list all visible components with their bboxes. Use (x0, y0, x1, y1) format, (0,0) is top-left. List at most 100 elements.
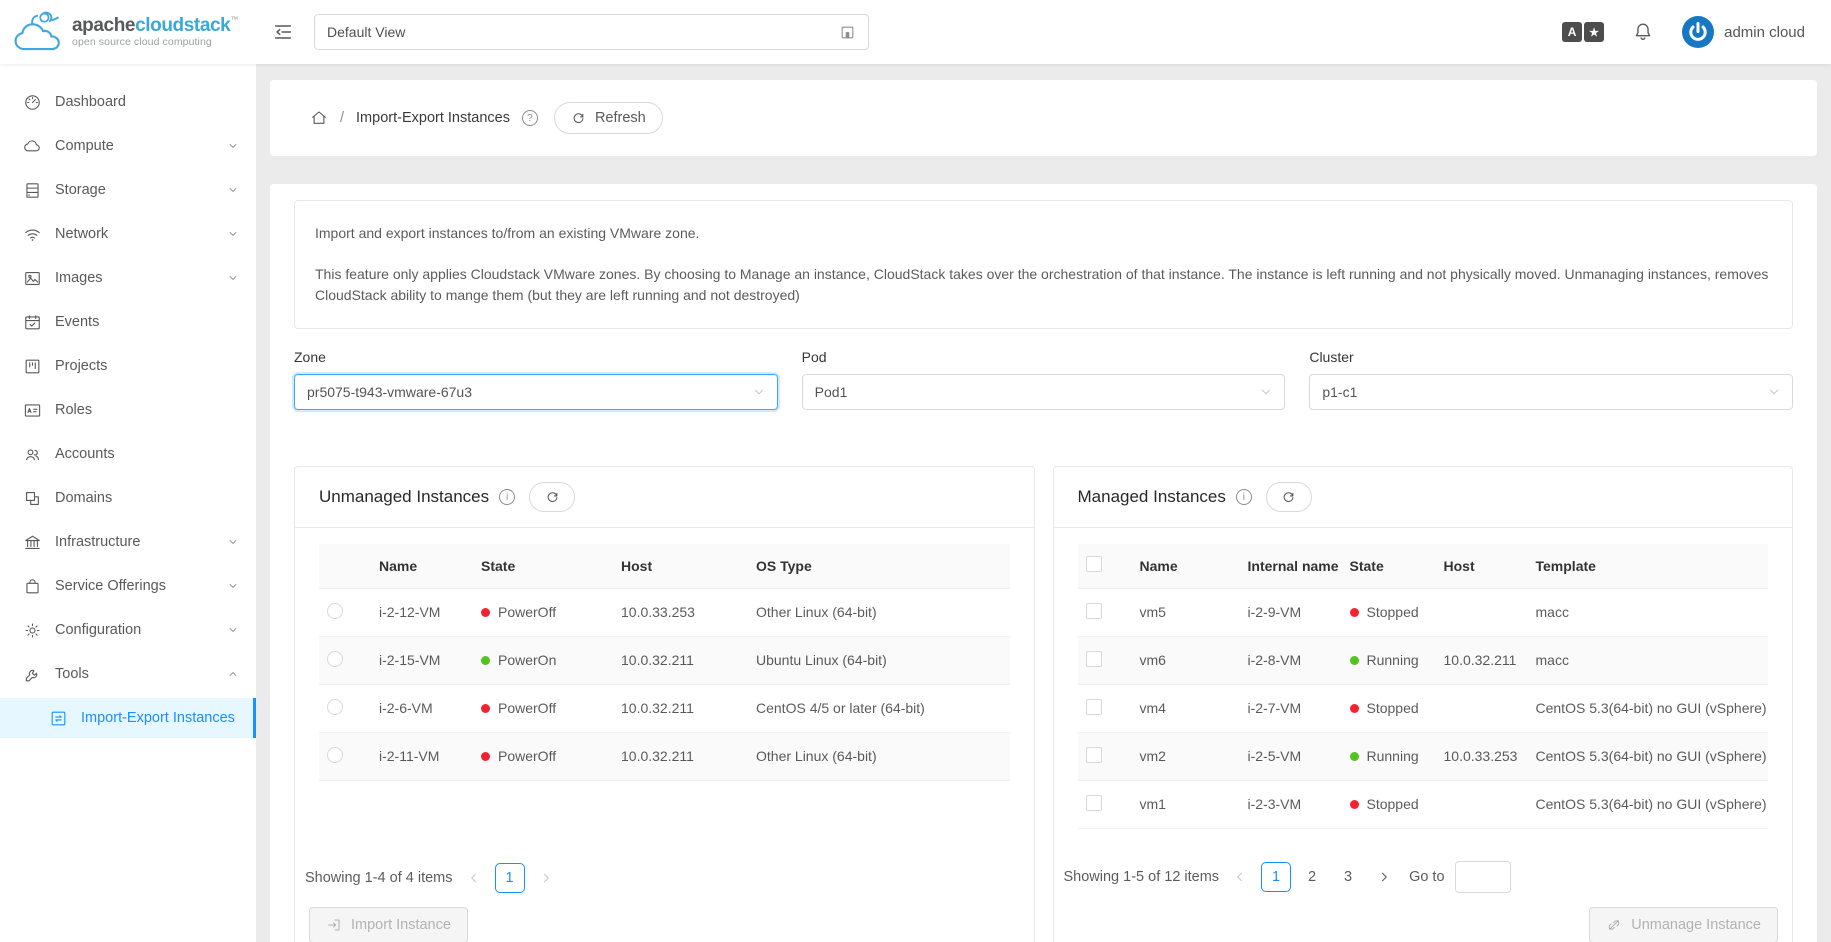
row-checkbox[interactable] (1086, 603, 1102, 619)
chevron-down-icon (228, 581, 238, 591)
feature-description: Import and export instances to/from an e… (294, 200, 1793, 329)
user-menu[interactable]: admin cloud (1682, 16, 1805, 48)
pagination-summary: Showing 1-4 of 4 items (305, 870, 453, 886)
status-dot (481, 704, 490, 713)
chevron-down-icon (228, 185, 238, 195)
pod-select[interactable]: Pod1 (802, 374, 1286, 410)
unmanage-instance-label: Unmanage Instance (1631, 917, 1761, 933)
row-radio[interactable] (327, 651, 343, 667)
name-cell: vm6 (1132, 636, 1240, 684)
logo-word-apache: apache (72, 15, 135, 36)
sidebar-item-roles[interactable]: Roles (0, 390, 256, 430)
sidebar-item-domains[interactable]: Domains (0, 478, 256, 518)
refresh-icon (545, 490, 560, 505)
table-row: vm5i-2-9-VMStoppedmacc (1078, 588, 1769, 636)
selector-cell (319, 684, 371, 732)
sidebar-item-dashboard[interactable]: Dashboard (0, 82, 256, 122)
sidebar-item-label: Infrastructure (55, 534, 140, 550)
sidebar-item-label: Configuration (55, 622, 141, 638)
sidebar-item-projects[interactable]: Projects (0, 346, 256, 386)
sidebar-item-configuration[interactable]: Configuration (0, 610, 256, 650)
state-cell: Running (1342, 732, 1436, 780)
sidebar-item-accounts[interactable]: Accounts (0, 434, 256, 474)
page-number-1[interactable]: 1 (1261, 862, 1291, 892)
selector-cell (1078, 780, 1132, 828)
state-cell: PowerOff (473, 684, 613, 732)
page-list: 123 (1261, 862, 1363, 892)
app-logo[interactable]: apachecloudstack™ open source cloud comp… (0, 9, 256, 55)
interaction-icon (49, 709, 68, 728)
row-radio[interactable] (327, 603, 343, 619)
home-icon[interactable] (310, 109, 328, 127)
prev-page-icon[interactable] (463, 867, 485, 889)
unmanaged-instances-table: Name State Host OS Type i-2-12-VMPowerOf… (319, 544, 1010, 781)
selector-cell (1078, 636, 1132, 684)
sidebar-item-service-offerings[interactable]: Service Offerings (0, 566, 256, 606)
table-header-row: Name State Host OS Type (319, 544, 1010, 588)
zone-select[interactable]: pr5075-t943-vmware-67u3 (294, 374, 778, 410)
info-icon[interactable]: i (1236, 489, 1252, 505)
column-header: State (1342, 544, 1436, 588)
page-number-2[interactable]: 2 (1297, 862, 1327, 892)
sidebar-item-import-export-instances[interactable]: Import-Export Instances (0, 698, 256, 738)
page-title: Import-Export Instances (356, 110, 510, 126)
disconnect-icon (1606, 917, 1622, 933)
column-header: State (473, 544, 613, 588)
row-checkbox[interactable] (1086, 651, 1102, 667)
status-dot (1350, 800, 1359, 809)
next-page-icon[interactable] (535, 867, 557, 889)
refresh-button[interactable]: Refresh (554, 102, 663, 134)
sidebar-item-label: Import-Export Instances (81, 710, 235, 726)
name-cell: vm1 (1132, 780, 1240, 828)
status-dot (481, 752, 490, 761)
status-text: PowerOff (498, 748, 556, 764)
info-icon[interactable]: i (499, 489, 515, 505)
prev-page-icon[interactable] (1229, 866, 1251, 888)
unmanaged-refresh-button[interactable] (529, 482, 575, 512)
host-cell: 10.0.33.253 (613, 588, 748, 636)
sidebar-item-events[interactable]: Events (0, 302, 256, 342)
unmanage-instance-button[interactable]: Unmanage Instance (1589, 907, 1778, 942)
translate-icon[interactable]: A ★ (1562, 22, 1604, 42)
internal-name-cell: i-2-9-VM (1240, 588, 1342, 636)
page-number-3[interactable]: 3 (1333, 862, 1363, 892)
cluster-label: Cluster (1309, 349, 1793, 365)
page-number-1[interactable]: 1 (495, 863, 525, 893)
menu-fold-icon[interactable] (272, 21, 294, 43)
gear-icon (23, 621, 42, 640)
managed-refresh-button[interactable] (1266, 482, 1312, 512)
table-header-row: Name Internal name State Host Template (1078, 544, 1769, 588)
row-checkbox[interactable] (1086, 699, 1102, 715)
template-cell: CentOS 5.3(64-bit) no GUI (vSphere) (1528, 780, 1769, 828)
sidebar-item-storage[interactable]: Storage (0, 170, 256, 210)
row-radio[interactable] (327, 747, 343, 763)
row-checkbox[interactable] (1086, 747, 1102, 763)
import-instance-label: Import Instance (351, 917, 451, 933)
chevron-down-icon (228, 273, 238, 283)
view-selector[interactable]: Default View (314, 14, 869, 50)
filters-row: Zone pr5075-t943-vmware-67u3 Pod Pod1 Cl… (294, 349, 1793, 410)
wrench-icon (23, 665, 42, 684)
pod-label: Pod (802, 349, 1286, 365)
import-instance-button[interactable]: Import Instance (309, 907, 468, 942)
row-radio[interactable] (327, 699, 343, 715)
notifications-bell-icon[interactable] (1632, 21, 1654, 43)
breadcrumb-bar: / Import-Export Instances ? Refresh (270, 80, 1817, 156)
status-text: Stopped (1367, 604, 1419, 620)
sidebar-item-tools[interactable]: Tools (0, 654, 256, 694)
help-icon[interactable]: ? (522, 110, 538, 126)
status-dot (1350, 752, 1359, 761)
selector-cell (319, 732, 371, 780)
cluster-select[interactable]: p1-c1 (1309, 374, 1793, 410)
select-all-checkbox[interactable] (1086, 556, 1102, 572)
row-checkbox[interactable] (1086, 795, 1102, 811)
next-page-icon[interactable] (1373, 866, 1395, 888)
state-cell: PowerOn (473, 636, 613, 684)
sidebar-item-images[interactable]: Images (0, 258, 256, 298)
sidebar-item-infrastructure[interactable]: Infrastructure (0, 522, 256, 562)
sidebar-item-label: Projects (55, 358, 107, 374)
goto-page-input[interactable] (1455, 861, 1511, 893)
sidebar-item-compute[interactable]: Compute (0, 126, 256, 166)
sidebar-item-network[interactable]: Network (0, 214, 256, 254)
chevron-down-icon (228, 141, 238, 151)
